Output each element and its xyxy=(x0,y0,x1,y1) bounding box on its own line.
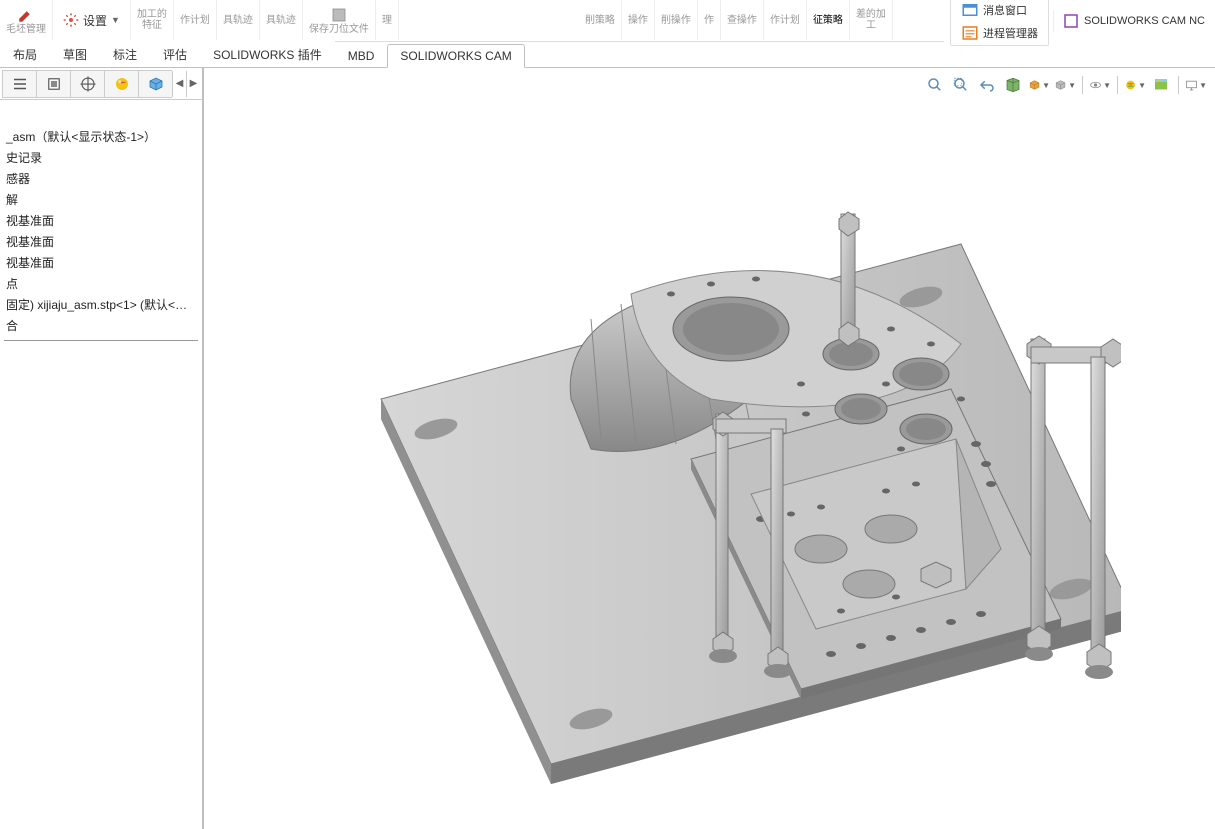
panel-tab-display[interactable] xyxy=(138,70,172,98)
tab-addins[interactable]: SOLIDWORKS 插件 xyxy=(200,41,335,67)
tab-annotate[interactable]: 标注 xyxy=(100,41,150,67)
ribbon-label: 设置 xyxy=(83,12,107,29)
ribbon-group-stock[interactable]: 毛坯管理 xyxy=(0,0,53,40)
ribbon-label: 理 xyxy=(382,15,392,26)
tree-item[interactable]: 感器 xyxy=(4,168,198,189)
msg-window-button[interactable]: 消息窗口 xyxy=(957,0,1042,21)
nc-icon xyxy=(1062,12,1080,30)
tab-mbd[interactable]: MBD xyxy=(335,44,388,67)
ribbon-group-op1[interactable]: 操作 xyxy=(622,0,655,40)
window-icon xyxy=(961,1,979,19)
ribbon-right: 消息窗口 进程管理器 SOLIDWORKS CAM NC xyxy=(944,0,1215,42)
ribbon-label: 具轨迹 xyxy=(223,15,253,26)
panel-tab-appearance[interactable] xyxy=(104,70,138,98)
command-tabs: 布局 草图 标注 评估 SOLIDWORKS 插件 MBD SOLIDWORKS… xyxy=(0,42,1215,68)
ribbon-group-chk[interactable]: 查操作 xyxy=(721,0,764,40)
ribbon-right-label: 消息窗口 xyxy=(983,2,1027,18)
ribbon-group-diff[interactable]: 差的加 工 xyxy=(850,0,893,40)
ribbon-group-op3[interactable]: 作 xyxy=(698,0,721,40)
ribbon-group-plan[interactable]: 作计划 xyxy=(174,0,217,40)
panel-tab-property[interactable] xyxy=(70,70,104,98)
tree-item[interactable]: 合 xyxy=(4,315,198,336)
tree-item[interactable]: 视基准面 xyxy=(4,252,198,273)
tree-item[interactable]: 视基准面 xyxy=(4,210,198,231)
panel-scroll-right[interactable]: ▶ xyxy=(186,71,200,97)
model-svg xyxy=(261,119,1121,799)
tab-sketch[interactable]: 草图 xyxy=(50,41,100,67)
ribbon-group-plan2[interactable]: 作计划 xyxy=(764,0,807,40)
ribbon-label: 作 xyxy=(704,15,714,26)
ribbon-label: 削操作 xyxy=(661,15,691,26)
ribbon-label: 特征 xyxy=(142,20,162,31)
ribbon-group-op2[interactable]: 削操作 xyxy=(655,0,698,40)
tree-item[interactable]: 解 xyxy=(4,189,198,210)
ribbon-group-tool2[interactable]: 具轨迹 xyxy=(260,0,303,40)
tree-separator xyxy=(4,340,198,341)
save-icon xyxy=(330,6,348,24)
ribbon-label: 毛坯管理 xyxy=(6,24,46,35)
crosshair-icon xyxy=(79,75,97,93)
tree-item[interactable]: 点 xyxy=(4,273,198,294)
tree-item[interactable]: 史记录 xyxy=(4,147,198,168)
graphics-viewport[interactable]: ▼ ▼ ▼ ▼ ▼ xyxy=(206,68,1215,829)
tree-item[interactable]: 固定) xijiaju_asm.stp<1> (默认<显示状 xyxy=(4,294,198,315)
ribbon-group-settings[interactable]: 设置 ▼ xyxy=(53,0,131,40)
ribbon: 毛坯管理 设置 ▼ 加工的 特征 作计划 具轨迹 具轨迹 保存刀位文件 理 削策… xyxy=(0,0,1215,42)
ribbon-label: 作计划 xyxy=(180,15,210,26)
panel-scroll-left[interactable]: ◀ xyxy=(172,71,186,97)
config-icon xyxy=(45,75,63,93)
tab-cam[interactable]: SOLIDWORKS CAM xyxy=(387,44,524,68)
ribbon-right-label: 进程管理器 xyxy=(983,25,1038,41)
list-icon xyxy=(11,75,29,93)
ribbon-label: 削策略 xyxy=(585,15,615,26)
ribbon-label: 征策略 xyxy=(813,15,843,26)
tree-root[interactable]: _asm（默认<显示状态-1>） xyxy=(4,126,198,147)
feature-tree: _asm（默认<显示状态-1>） 史记录 感器 解 视基准面 视基准面 视基准面… xyxy=(0,118,202,349)
panel-tabs: ◀ ▶ xyxy=(0,68,202,100)
ribbon-group-mgr[interactable]: 理 xyxy=(376,0,399,40)
ribbon-group-feat[interactable]: 加工的 特征 xyxy=(131,0,174,40)
ribbon-label: 作计划 xyxy=(770,15,800,26)
sphere-icon xyxy=(113,75,131,93)
ribbon-label: 保存刀位文件 xyxy=(309,24,369,35)
ribbon-label: 具轨迹 xyxy=(266,15,296,26)
cube-wire-icon xyxy=(147,75,165,93)
ribbon-group-feat-strat[interactable]: 征策略 xyxy=(807,0,850,40)
tree-item[interactable]: 视基准面 xyxy=(4,231,198,252)
task-icon xyxy=(961,24,979,42)
ribbon-label: 工 xyxy=(866,20,876,31)
proc-mgr-button[interactable]: 进程管理器 xyxy=(957,22,1042,43)
feature-manager-panel: ◀ ▶ _asm（默认<显示状态-1>） 史记录 感器 解 视基准面 视基准面 … xyxy=(0,68,204,829)
panel-tab-config[interactable] xyxy=(36,70,70,98)
model-render xyxy=(206,68,1215,829)
ribbon-group-tool1[interactable]: 具轨迹 xyxy=(217,0,260,40)
ribbon-group-strat[interactable]: 削策略 xyxy=(579,0,622,40)
pencil-icon xyxy=(17,6,35,24)
tab-layout[interactable]: 布局 xyxy=(0,41,50,67)
cam-nc-button[interactable]: SOLIDWORKS CAM NC xyxy=(1053,10,1209,32)
panel-tab-feature[interactable] xyxy=(2,70,36,98)
ribbon-group-save[interactable]: 保存刀位文件 xyxy=(303,0,376,40)
ribbon-label: 查操作 xyxy=(727,15,757,26)
ribbon-right-label: SOLIDWORKS CAM NC xyxy=(1084,15,1205,27)
chevron-down-icon: ▼ xyxy=(111,15,120,25)
gear-icon xyxy=(63,12,79,28)
ribbon-label: 差的加 xyxy=(856,9,886,20)
ribbon-label: 操作 xyxy=(628,15,648,26)
ribbon-label: 加工的 xyxy=(137,9,167,20)
tab-evaluate[interactable]: 评估 xyxy=(150,41,200,67)
